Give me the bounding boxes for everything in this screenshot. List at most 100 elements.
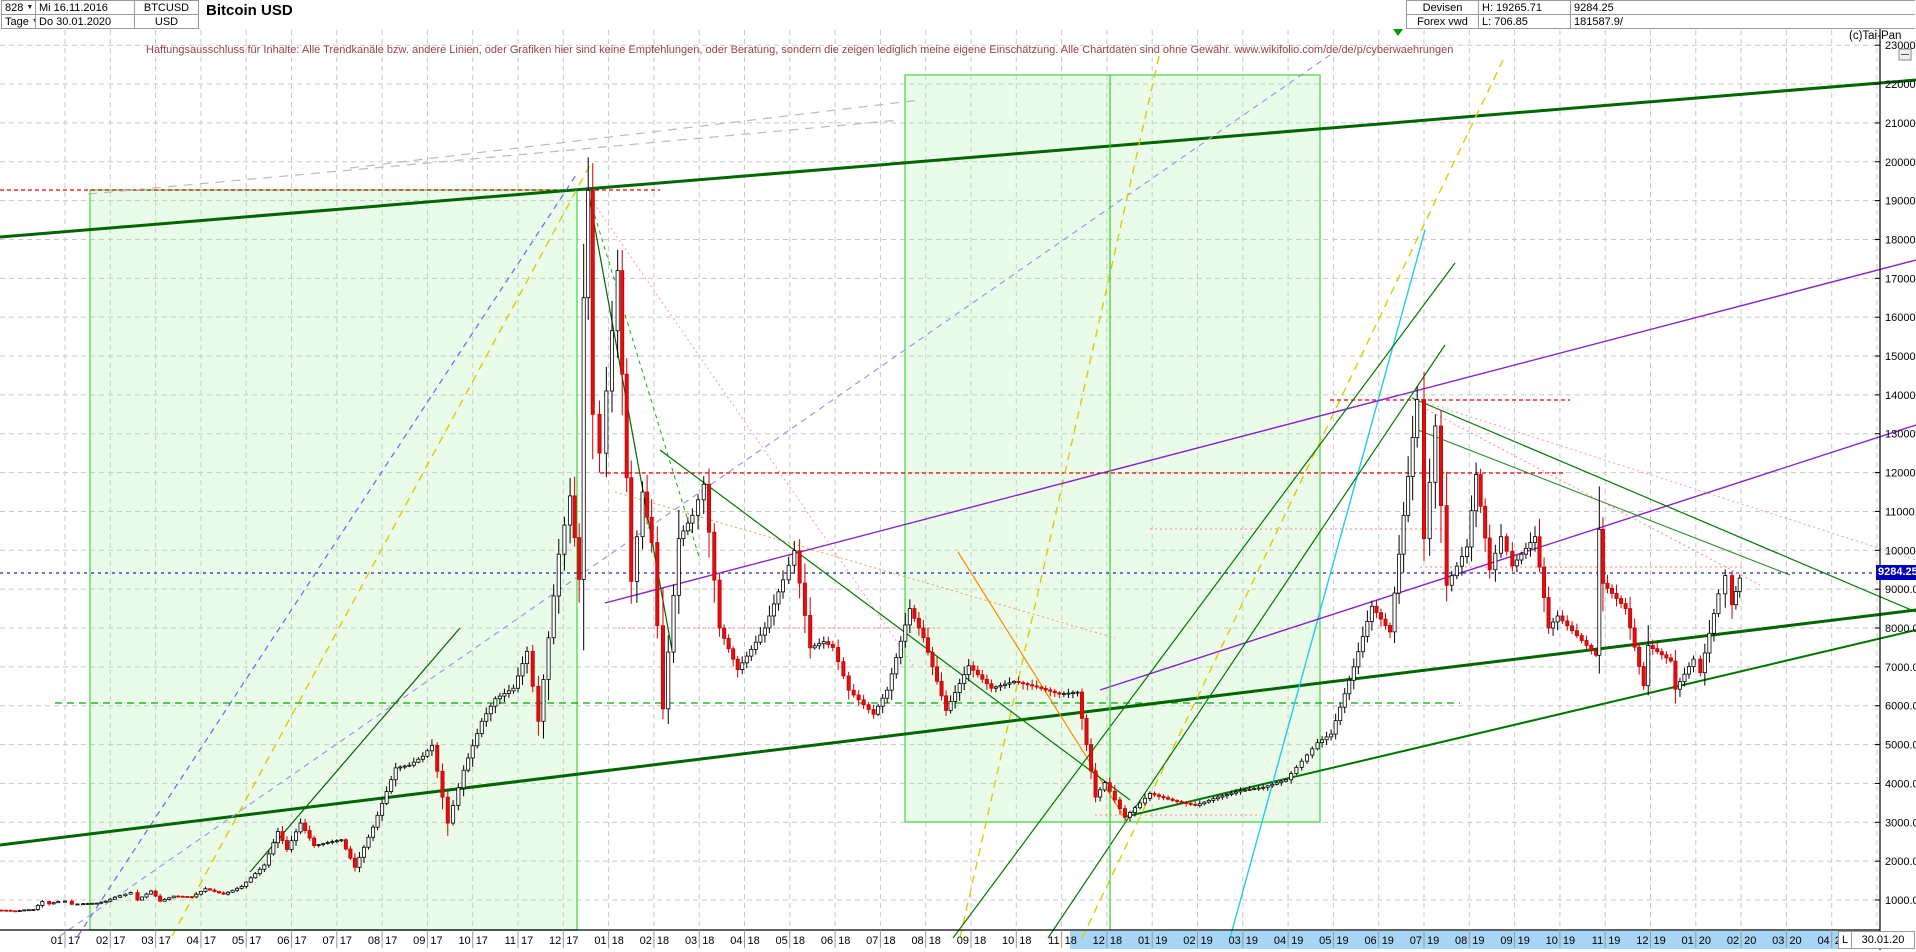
candle-body xyxy=(818,644,821,646)
x-axis-label: 19 xyxy=(1155,935,1167,947)
candle-body xyxy=(344,840,347,849)
candle-body xyxy=(1669,658,1672,661)
candle-body xyxy=(1624,604,1627,609)
candle-body xyxy=(1730,576,1733,605)
symbol-field[interactable]: BTCUSD xyxy=(134,0,199,15)
candle-body xyxy=(917,618,920,628)
candle-body xyxy=(1411,438,1414,477)
candle-body xyxy=(990,684,993,689)
period-dropdown[interactable]: Tage ▼ xyxy=(1,14,36,29)
x-axis-label: 07 xyxy=(323,935,335,947)
candle-body xyxy=(1253,789,1256,790)
candle-body xyxy=(417,759,420,762)
candle-body xyxy=(531,651,534,686)
candle-body xyxy=(1133,808,1136,813)
x-axis-label: 01 xyxy=(1138,935,1150,947)
candle-body xyxy=(129,893,132,895)
candle-body xyxy=(5,910,8,911)
candle-body xyxy=(1642,666,1645,685)
axis-settings-icon[interactable] xyxy=(1899,49,1911,60)
candle-body xyxy=(727,638,730,648)
candle-body xyxy=(1266,786,1269,788)
candle-body xyxy=(1352,667,1355,680)
candle-body xyxy=(70,901,73,904)
candle-body xyxy=(412,762,415,765)
candle-body xyxy=(204,889,207,892)
x-axis-label: 19 xyxy=(1563,935,1575,947)
candle-body xyxy=(57,902,60,903)
candle-body xyxy=(498,696,501,699)
candle-body xyxy=(587,190,590,297)
x-axis-label: 18 xyxy=(748,935,760,947)
candle-body xyxy=(63,901,66,902)
candle-body xyxy=(723,628,726,638)
candle-down xyxy=(1479,469,1482,513)
candle-body xyxy=(376,815,379,827)
x-axis-label: 17 xyxy=(521,935,533,947)
price-chart[interactable]: 0117021703170417051706170717081709171017… xyxy=(0,0,1916,952)
candle-body xyxy=(512,688,515,691)
candle-body xyxy=(1203,802,1206,804)
candle-body xyxy=(109,899,112,901)
candle-body xyxy=(367,837,370,847)
candle-body xyxy=(552,596,555,638)
candle-body xyxy=(1699,659,1702,673)
candle-body xyxy=(1445,506,1448,586)
x-axis-label: 19 xyxy=(1518,935,1530,947)
candle-down xyxy=(5,910,8,912)
candle-body xyxy=(1295,767,1298,773)
candle-body xyxy=(1520,554,1523,560)
date-end-field[interactable]: Do 30.01.2020 xyxy=(35,14,135,29)
candle-body xyxy=(1529,543,1532,549)
page-title: Bitcoin USD xyxy=(206,2,293,19)
bar-count-dropdown[interactable]: 828 ▼ xyxy=(1,0,36,15)
data-source-label: Devisen xyxy=(1406,0,1479,15)
candle-body xyxy=(489,706,492,714)
x-axis-label: 12 xyxy=(1636,935,1648,947)
candle-body xyxy=(226,892,229,894)
candle-up xyxy=(76,903,79,905)
candle-body xyxy=(672,595,675,652)
candle-body xyxy=(1455,566,1458,576)
candle-body xyxy=(1610,588,1613,593)
candle-body xyxy=(635,537,638,582)
candle-body xyxy=(95,903,98,904)
x-axis-label: 02 xyxy=(640,935,652,947)
candle-body xyxy=(317,845,320,846)
candle-body xyxy=(605,391,608,453)
candle-body xyxy=(1320,740,1323,743)
candle-body xyxy=(154,891,157,896)
candle-body xyxy=(895,658,898,674)
candle-body xyxy=(441,771,444,797)
x-axis-label: 19 xyxy=(1336,935,1348,947)
candle-body xyxy=(1003,684,1006,685)
x-axis-label: 04 xyxy=(1274,935,1286,947)
x-axis-label: 11 xyxy=(1592,935,1603,947)
candle-body xyxy=(702,484,705,500)
candle-body xyxy=(621,271,624,375)
candle-body xyxy=(976,670,979,675)
candle-body xyxy=(0,910,3,911)
candle-up xyxy=(32,909,35,910)
candle-down xyxy=(1422,372,1425,561)
candle-body xyxy=(1561,616,1564,621)
candle-body xyxy=(36,905,39,909)
candle-body xyxy=(32,910,35,911)
candle-body xyxy=(1012,681,1015,682)
candle-body xyxy=(949,701,952,710)
y-axis-label: 18000.00 xyxy=(1885,234,1916,246)
candle-body xyxy=(625,374,628,478)
candle-body xyxy=(1712,614,1715,634)
candle-body xyxy=(1243,790,1246,791)
candle-body xyxy=(578,538,581,580)
x-axis-label: 17 xyxy=(385,935,397,947)
x-axis-label: 18 xyxy=(929,935,941,947)
candle-body xyxy=(1300,761,1303,767)
date-start-field[interactable]: Mi 16.11.2016 xyxy=(35,0,135,15)
x-axis-label: 03 xyxy=(685,935,697,947)
candle-body xyxy=(399,767,402,768)
candle-body xyxy=(285,841,288,850)
candle-body xyxy=(408,765,411,766)
candle-body xyxy=(718,580,721,628)
candle-up xyxy=(877,704,880,716)
